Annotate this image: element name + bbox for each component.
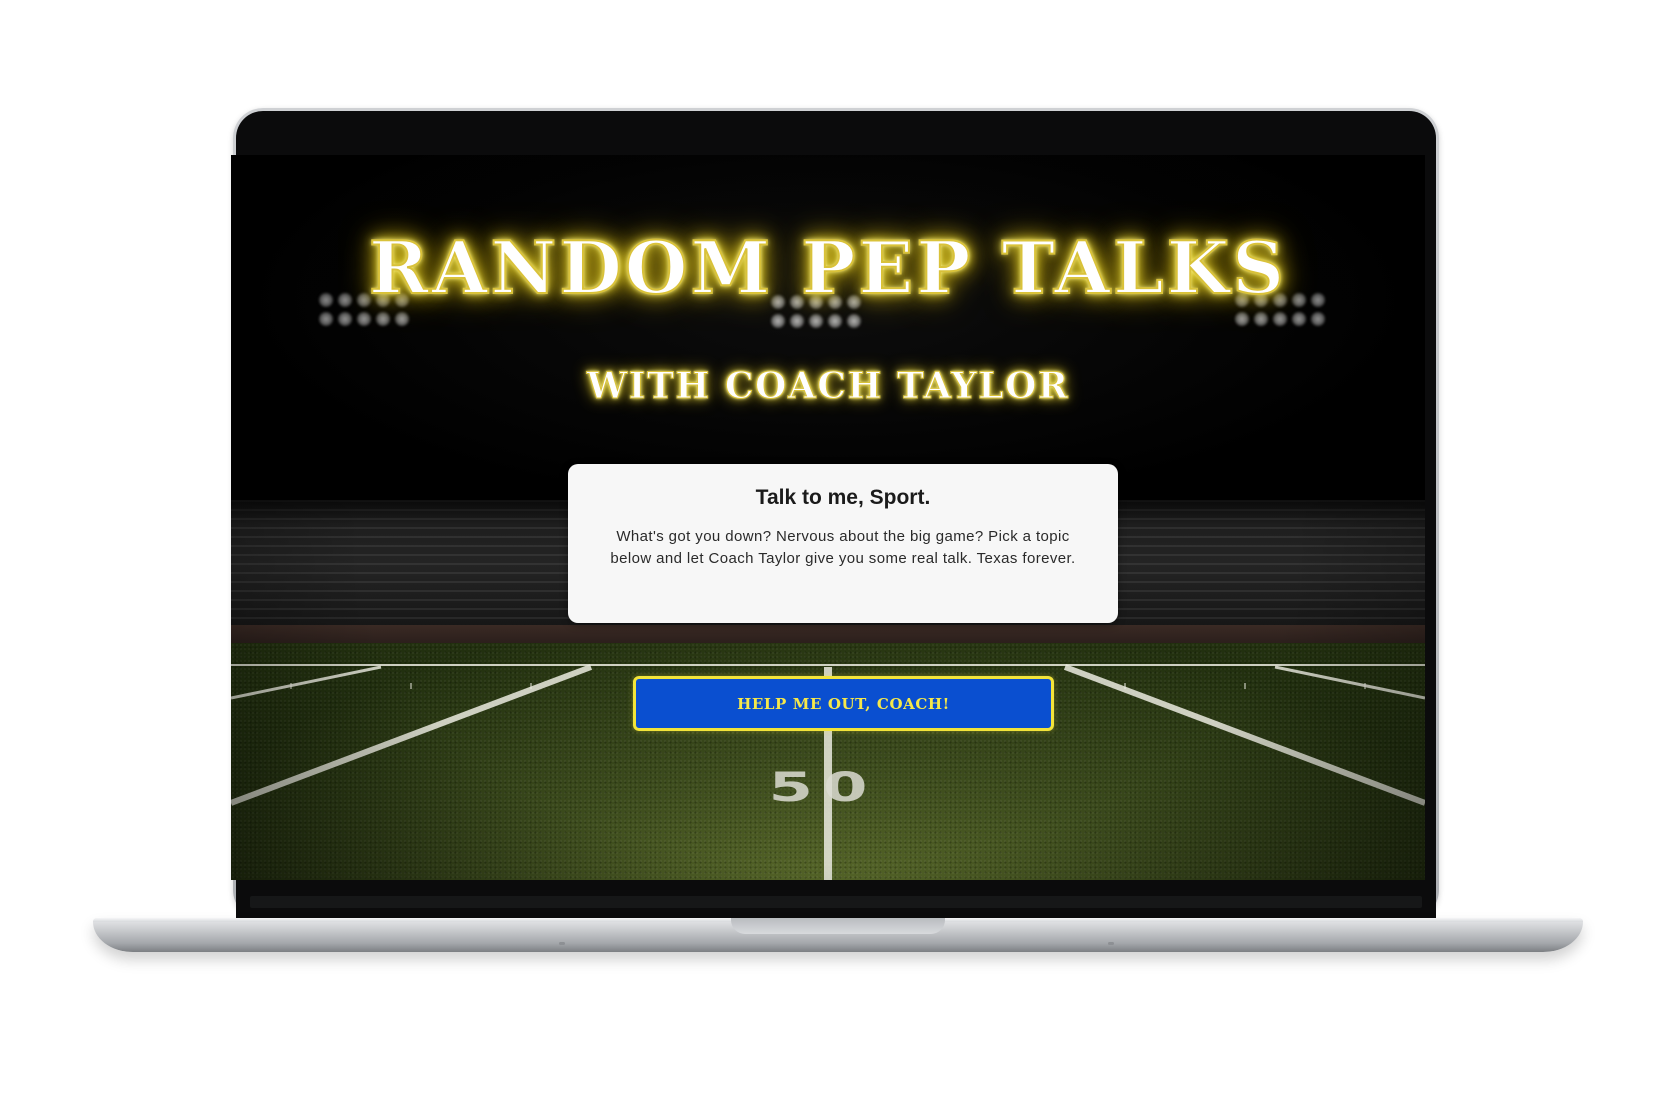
help-me-out-button[interactable]: HELP ME OUT, COACH! — [633, 676, 1054, 731]
page-subtitle: WITH COACH TAYLOR — [586, 365, 1070, 408]
intro-card-title: Talk to me, Sport. — [755, 486, 931, 509]
intro-card: Talk to me, Sport. What's got you down? … — [568, 464, 1118, 623]
base-foot-dot — [559, 942, 565, 945]
base-foot-dot — [1108, 942, 1114, 945]
field-fence — [231, 625, 1425, 645]
night-sky — [231, 155, 1425, 515]
laptop-base — [93, 918, 1583, 952]
app-screen: 50 RANDOM PEP TALKS WITH COACH TAYLOR Ta… — [231, 155, 1425, 880]
page-title: RANDOM PEP TALKS — [368, 224, 1288, 311]
intro-card-body: What's got you down? Nervous about the b… — [610, 528, 1076, 567]
trackpad-notch — [731, 918, 945, 934]
yard-number-fifty: 50 — [768, 765, 878, 811]
bezel-chin — [250, 896, 1422, 908]
mockup-stage: 50 RANDOM PEP TALKS WITH COACH TAYLOR Ta… — [0, 0, 1678, 1100]
